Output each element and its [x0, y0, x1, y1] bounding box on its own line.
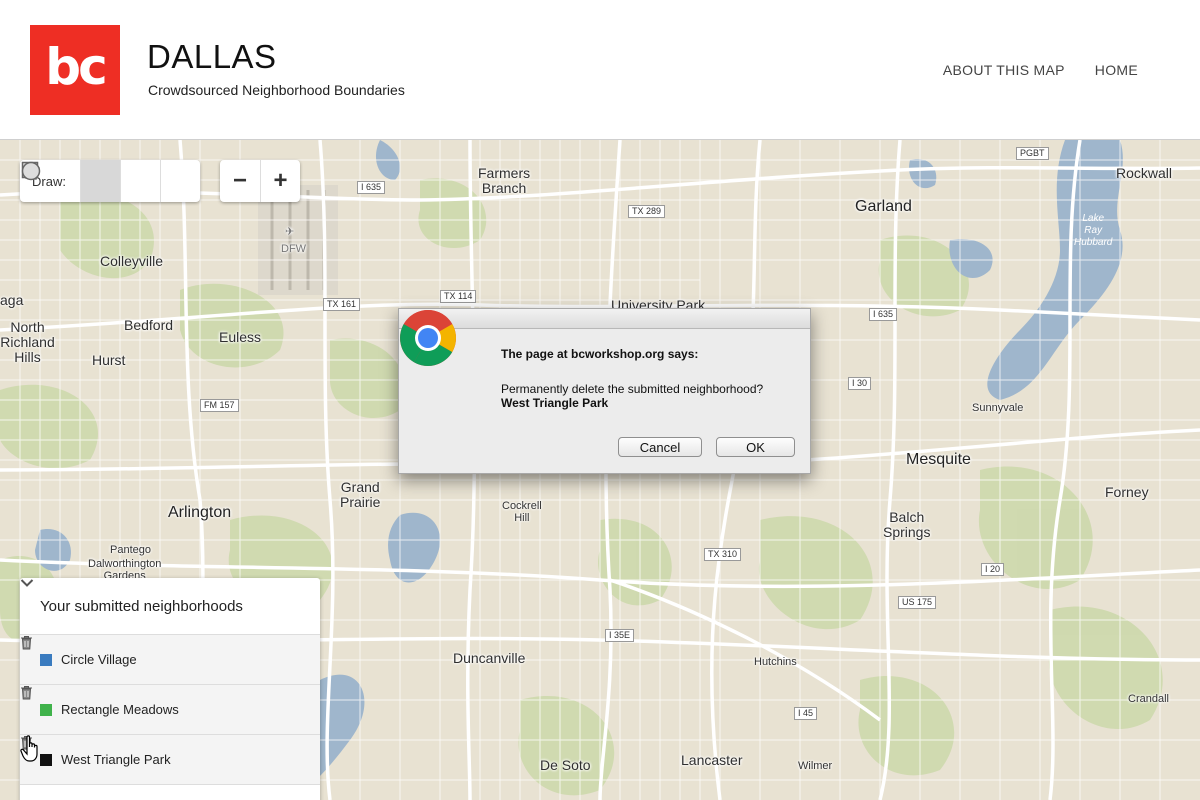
zoom-control: − +: [220, 160, 300, 202]
panel-title: Your submitted neighborhoods: [40, 597, 243, 615]
place-balch-springs: Balch Springs: [883, 509, 931, 540]
cancel-button[interactable]: Cancel: [618, 437, 702, 457]
confirm-dialog: The page at bcworkshop.org says: Permane…: [398, 308, 811, 474]
nav-home[interactable]: HOME: [1095, 62, 1138, 78]
dialog-title: The page at bcworkshop.org says:: [501, 347, 699, 361]
ok-button[interactable]: OK: [716, 437, 795, 457]
site-header: bc DALLAS Crowdsourced Neighborhood Boun…: [0, 0, 1200, 140]
place-rockwall: Rockwall: [1116, 165, 1173, 181]
place-lake-ray-hubbard: Lake Ray Hubbard: [1074, 213, 1113, 248]
list-item-label: West Triangle Park: [61, 752, 171, 767]
shield-tx289: TX 289: [628, 205, 666, 218]
place-north-richland-hills: North Richland Hills: [0, 319, 55, 365]
place-arlington: Arlington: [168, 504, 232, 521]
shield-us175: US 175: [898, 596, 937, 609]
page-subtitle: Crowdsourced Neighborhood Boundaries: [148, 82, 405, 98]
list-item[interactable]: West Triangle Park: [20, 735, 320, 785]
draw-toolbar: Draw:: [20, 160, 200, 202]
trash-icon[interactable]: [21, 686, 300, 718]
place-hurst: Hurst: [92, 352, 126, 368]
zoom-out-button[interactable]: −: [220, 160, 260, 202]
chevron-down-icon[interactable]: [20, 578, 34, 588]
nav-about-this-map[interactable]: ABOUT THIS MAP: [943, 62, 1065, 78]
panel-header[interactable]: Your submitted neighborhoods: [20, 578, 320, 635]
place-crandall: Crandall: [1128, 693, 1169, 705]
shield-fm157: FM 157: [200, 399, 239, 412]
place-ga: aga: [0, 292, 24, 308]
place-sunnyvale: Sunnyvale: [972, 402, 1024, 414]
dialog-neighborhood-name: West Triangle Park: [501, 396, 609, 410]
place-grand-prairie: Grand Prairie: [340, 479, 381, 510]
place-colleyville: Colleyville: [100, 253, 164, 269]
hand-cursor-icon: [20, 735, 38, 762]
place-lancaster: Lancaster: [681, 752, 743, 768]
shield-tx310: TX 310: [704, 548, 742, 561]
map-canvas[interactable]: Farmers Branch Garland Rockwall Colleyvil…: [0, 140, 1200, 800]
draw-rectangle-button[interactable]: [21, 160, 160, 202]
list-item-label: Rectangle Meadows: [61, 702, 179, 717]
neighborhoods-panel: Your submitted neighborhoods Circle Vill…: [20, 578, 320, 800]
trash-icon[interactable]: [21, 736, 300, 768]
place-mesquite: Mesquite: [906, 451, 971, 468]
shield-i35e: I 35E: [605, 629, 635, 642]
list-item[interactable]: Rectangle Meadows: [20, 685, 320, 735]
list-item[interactable]: Circle Village: [20, 635, 320, 685]
shield-i635-east: I 635: [869, 308, 898, 321]
shield-i635-west: I 635: [357, 181, 386, 194]
shield-tx114: TX 114: [440, 290, 477, 303]
circle-icon: [21, 161, 41, 181]
trash-icon[interactable]: [21, 636, 300, 668]
place-bedford: Bedford: [124, 317, 174, 333]
place-pantego: Pantego: [110, 544, 151, 556]
place-cockrell-hill: Cockrell Hill: [502, 500, 542, 524]
shield-i30: I 30: [848, 377, 872, 390]
airport-icon: ✈: [285, 226, 295, 238]
shield-i20: I 20: [981, 563, 1005, 576]
zoom-in-button[interactable]: +: [260, 160, 300, 202]
place-garland: Garland: [855, 198, 912, 215]
chrome-icon: [400, 310, 456, 366]
dialog-message: Permanently delete the submitted neighbo…: [501, 382, 764, 396]
place-de-soto: De Soto: [540, 757, 591, 773]
color-swatch: [40, 653, 52, 666]
color-swatch: [40, 703, 52, 716]
draw-polygon-button[interactable]: [23, 160, 120, 202]
bc-logo[interactable]: bc: [30, 25, 120, 115]
place-farmers-branch: Farmers Branch: [478, 165, 531, 196]
draw-circle-button[interactable]: [21, 160, 200, 202]
place-dfw: DFW: [281, 243, 307, 255]
place-euless: Euless: [219, 329, 262, 345]
shield-pgbt: PGBT: [1016, 147, 1049, 160]
dialog-titlebar: [399, 309, 810, 329]
place-duncanville: Duncanville: [453, 650, 526, 666]
page-title: DALLAS: [147, 38, 277, 75]
top-nav: ABOUT THIS MAP HOME: [943, 62, 1138, 78]
place-hutchins: Hutchins: [754, 656, 797, 668]
shield-i45: I 45: [794, 707, 818, 720]
place-wilmer: Wilmer: [798, 760, 833, 772]
shield-tx161: TX 161: [323, 298, 361, 311]
list-item-label: Circle Village: [61, 652, 137, 667]
place-forney: Forney: [1105, 484, 1149, 500]
